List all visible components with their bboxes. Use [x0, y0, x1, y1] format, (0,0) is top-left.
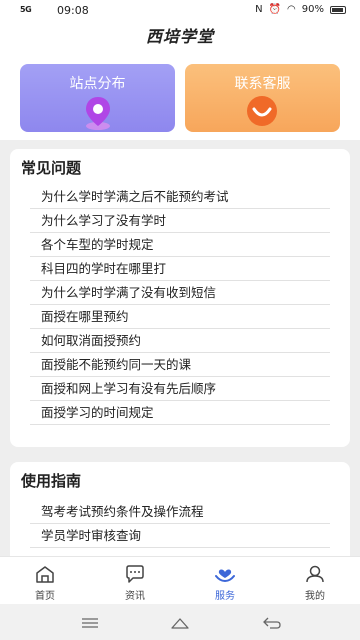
faq-item[interactable]: 为什么学时学满了没有收到短信: [30, 281, 330, 305]
faq-item[interactable]: 面授能不能预约同一天的课: [30, 353, 330, 377]
guide-panel: 使用指南 驾考考试预约条件及操作流程 学员学时审核查询: [10, 462, 350, 562]
nfc-icon: N: [255, 4, 263, 15]
guide-title: 使用指南: [21, 472, 82, 490]
guide-item[interactable]: 学员学时审核查询: [30, 524, 330, 548]
chat-bubble-icon: [126, 565, 144, 583]
contact-service-label: 联系客服: [234, 76, 291, 92]
faq-panel: 常见问题 为什么学时学满之后不能预约考试 为什么学习了没有学时 各个车型的学时规…: [10, 149, 350, 447]
signal-icon: 5G: [20, 5, 32, 14]
user-icon: [306, 565, 324, 583]
app-header: 西培学堂: [0, 22, 360, 54]
guide-item[interactable]: 驾考考试预约条件及操作流程: [30, 500, 330, 524]
tab-service[interactable]: 服务: [180, 557, 270, 604]
faq-item[interactable]: 面授和网上学习有没有先后顺序: [30, 377, 330, 401]
home-icon: [36, 566, 54, 583]
tab-news-label: 资讯: [125, 591, 145, 602]
station-distribution-button[interactable]: 站点分布: [20, 64, 175, 132]
tab-service-label: 服务: [215, 591, 235, 602]
heart-hands-icon: [215, 569, 235, 583]
faq-item[interactable]: 面授学习的时间规定: [30, 401, 330, 425]
faq-list: 为什么学时学满之后不能预约考试 为什么学习了没有学时 各个车型的学时规定 科目四…: [30, 185, 330, 425]
station-distribution-label: 站点分布: [69, 76, 126, 92]
faq-item[interactable]: 如何取消面授预约: [30, 329, 330, 353]
location-pin-icon: [86, 97, 110, 130]
faq-item[interactable]: 科目四的学时在哪里打: [30, 257, 330, 281]
guide-list: 驾考考试预约条件及操作流程 学员学时审核查询: [30, 500, 330, 548]
faq-title: 常见问题: [21, 159, 82, 177]
status-time: 09:08: [57, 4, 89, 17]
faq-item[interactable]: 为什么学时学满之后不能预约考试: [30, 185, 330, 209]
system-nav-bar: [0, 604, 360, 640]
wifi-icon: ◠: [287, 4, 296, 15]
battery-icon: [330, 5, 346, 14]
battery-level: 90%: [301, 4, 324, 15]
quick-actions: 站点分布 联系客服: [0, 54, 360, 140]
faq-item[interactable]: 为什么学习了没有学时: [30, 209, 330, 233]
faq-item[interactable]: 面授在哪里预约: [30, 305, 330, 329]
smile-chat-icon: [247, 96, 277, 126]
tab-mine[interactable]: 我的: [270, 557, 360, 604]
menu-icon[interactable]: [80, 616, 100, 630]
tab-mine-label: 我的: [305, 591, 325, 602]
home-nav-icon[interactable]: [170, 616, 190, 630]
tab-home[interactable]: 首页: [0, 557, 90, 604]
status-bar: 5G 09:08 N ⏰ ◠ 90%: [0, 0, 360, 22]
contact-service-button[interactable]: 联系客服: [185, 64, 340, 132]
back-icon[interactable]: [262, 616, 282, 630]
bottom-tab-bar: 首页 资讯 服务 我的: [0, 556, 360, 604]
page-title: 西培学堂: [145, 27, 214, 46]
faq-item[interactable]: 各个车型的学时规定: [30, 233, 330, 257]
tab-home-label: 首页: [35, 591, 55, 602]
alarm-icon: ⏰: [268, 4, 282, 15]
tab-news[interactable]: 资讯: [90, 557, 180, 604]
